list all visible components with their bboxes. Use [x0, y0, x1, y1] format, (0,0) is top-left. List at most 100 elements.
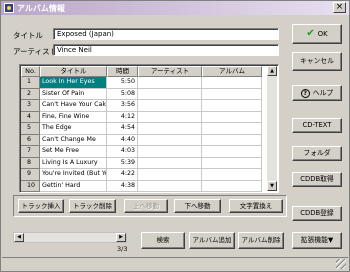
- table-row[interactable]: 4 Fine, Fine Wine 4:12: [21, 111, 262, 123]
- row-number-cell[interactable]: 8: [21, 157, 40, 169]
- track-title-cell[interactable]: Look In Her Eyes: [40, 77, 107, 89]
- row-number-cell[interactable]: 5: [21, 123, 40, 135]
- cancel-button[interactable]: キャンセル: [292, 52, 342, 71]
- track-time-cell[interactable]: 4:38: [107, 180, 138, 192]
- row-number-cell[interactable]: 4: [21, 111, 40, 123]
- track-album-cell[interactable]: [202, 180, 262, 192]
- track-album-cell[interactable]: [202, 88, 262, 100]
- track-album-cell[interactable]: [202, 157, 262, 169]
- move-down-button[interactable]: 下へ移動: [174, 199, 221, 213]
- track-title-cell[interactable]: Set Me Free: [40, 146, 107, 158]
- track-artist-cell[interactable]: [138, 88, 202, 100]
- row-number-cell[interactable]: 7: [21, 146, 40, 158]
- track-album-cell[interactable]: [202, 146, 262, 158]
- track-artist-cell[interactable]: [138, 134, 202, 146]
- ok-label: OK: [317, 30, 328, 38]
- artist-input[interactable]: Vince Neil: [53, 44, 279, 56]
- table-row[interactable]: 2 Sister Of Pain 5:08: [21, 88, 262, 100]
- horizontal-scrollbar[interactable]: ◀ ▶: [13, 232, 127, 243]
- arrow-left-icon[interactable]: ◀: [14, 233, 24, 242]
- track-title-cell[interactable]: Sister Of Pain: [40, 88, 107, 100]
- replace-text-button[interactable]: 文字置換え: [229, 199, 283, 213]
- arrow-right-icon[interactable]: ▶: [116, 233, 126, 242]
- track-time-cell[interactable]: 4:22: [107, 169, 138, 181]
- track-artist-cell[interactable]: [138, 146, 202, 158]
- arrow-down-icon[interactable]: ▼: [267, 181, 277, 191]
- row-number-cell[interactable]: 1: [21, 77, 40, 89]
- search-button[interactable]: 検索: [141, 232, 185, 249]
- track-time-cell[interactable]: 4:40: [107, 134, 138, 146]
- insert-track-button[interactable]: トラック挿入: [18, 199, 64, 213]
- track-title-cell[interactable]: You're Invited (But Yo: [40, 169, 107, 181]
- table-row[interactable]: 3 Can't Have Your Cake 3:56: [21, 100, 262, 112]
- title-input[interactable]: Exposed (Japan): [53, 28, 279, 40]
- table-row[interactable]: 9 You're Invited (But Yo 4:22: [21, 169, 262, 181]
- track-artist-cell[interactable]: [138, 169, 202, 181]
- track-title-cell[interactable]: Can't Have Your Cake: [40, 100, 107, 112]
- track-album-cell[interactable]: [202, 134, 262, 146]
- track-title-cell[interactable]: Can't Change Me: [40, 134, 107, 146]
- track-title-cell[interactable]: Fine, Fine Wine: [40, 111, 107, 123]
- track-title-cell[interactable]: The Edge: [40, 123, 107, 135]
- table-row[interactable]: 10 Gettin' Hard 4:38: [21, 180, 262, 192]
- track-artist-cell[interactable]: [138, 111, 202, 123]
- cd-text-button[interactable]: CD-TEXT: [292, 118, 342, 133]
- column-header-time[interactable]: 時間: [107, 66, 138, 77]
- track-album-cell[interactable]: [202, 123, 262, 135]
- close-button[interactable]: ×: [333, 2, 346, 13]
- track-table[interactable]: No. タイトル 時間 アーティスト アルバム 1 Look In Her Eye…: [19, 64, 279, 193]
- track-time-cell[interactable]: 5:08: [107, 88, 138, 100]
- table-body: 1 Look In Her Eyes 5:50 2 Sister Of Pain 5:08…: [21, 77, 262, 192]
- help-button[interactable]: ? ヘルプ: [292, 85, 342, 101]
- column-header-album[interactable]: アルバム: [202, 66, 262, 77]
- track-artist-cell[interactable]: [138, 157, 202, 169]
- track-time-cell[interactable]: 4:12: [107, 111, 138, 123]
- track-artist-cell[interactable]: [138, 77, 202, 89]
- add-album-button[interactable]: アルバム追加: [189, 232, 235, 249]
- track-artist-cell[interactable]: [138, 123, 202, 135]
- track-album-cell[interactable]: [202, 100, 262, 112]
- track-album-cell[interactable]: [202, 111, 262, 123]
- track-artist-cell[interactable]: [138, 100, 202, 112]
- table-row[interactable]: 5 The Edge 4:54: [21, 123, 262, 135]
- artist-label: アーティスト: [13, 47, 58, 56]
- track-time-cell[interactable]: 5:39: [107, 157, 138, 169]
- folder-button[interactable]: フォルダ: [292, 146, 342, 161]
- table-header: No. タイトル 時間 アーティスト アルバム: [21, 66, 262, 77]
- cddb-get-button[interactable]: CDDB取得: [292, 172, 342, 187]
- table-row[interactable]: 8 Living Is A Luxury 5:39: [21, 157, 262, 169]
- row-number-cell[interactable]: 6: [21, 134, 40, 146]
- track-title-cell[interactable]: Living Is A Luxury: [40, 157, 107, 169]
- row-number-cell[interactable]: 2: [21, 88, 40, 100]
- track-time-cell[interactable]: 3:56: [107, 100, 138, 112]
- title-bar[interactable]: アルバム情報 ×: [1, 1, 349, 15]
- row-number-cell[interactable]: 3: [21, 100, 40, 112]
- track-time-cell[interactable]: 5:50: [107, 77, 138, 89]
- track-album-cell[interactable]: [202, 169, 262, 181]
- table-row[interactable]: 1 Look In Her Eyes 5:50: [21, 77, 262, 89]
- delete-track-button[interactable]: トラック削除: [69, 199, 116, 213]
- page-indicator: 3/3: [117, 245, 128, 253]
- table-row[interactable]: 7 Set Me Free 4:03: [21, 146, 262, 158]
- extensions-button[interactable]: 拡張機能▼: [292, 232, 342, 249]
- track-button-bar: トラック挿入 トラック削除 上へ移動 下へ移動 文字置換え: [13, 195, 287, 217]
- column-header-artist[interactable]: アーティスト: [138, 66, 202, 77]
- vertical-scrollbar[interactable]: ▲ ▼: [267, 66, 277, 191]
- row-number-cell[interactable]: 9: [21, 169, 40, 181]
- row-number-cell[interactable]: 10: [21, 180, 40, 192]
- track-album-cell[interactable]: [202, 77, 262, 89]
- track-title-cell[interactable]: Gettin' Hard: [40, 180, 107, 192]
- remove-album-button[interactable]: アルバム削除: [238, 232, 284, 249]
- check-icon: ✔: [306, 28, 315, 39]
- arrow-up-icon[interactable]: ▲: [267, 66, 277, 76]
- cddb-register-button[interactable]: CDDB登録: [292, 206, 342, 221]
- move-up-button[interactable]: 上へ移動: [124, 199, 168, 213]
- track-artist-cell[interactable]: [138, 180, 202, 192]
- track-time-cell[interactable]: 4:54: [107, 123, 138, 135]
- table-row[interactable]: 6 Can't Change Me 4:40: [21, 134, 262, 146]
- track-time-cell[interactable]: 4:03: [107, 146, 138, 158]
- column-header-title[interactable]: タイトル: [40, 66, 107, 77]
- resize-grip[interactable]: [336, 259, 346, 269]
- ok-button[interactable]: ✔ OK: [292, 24, 342, 44]
- column-header-no[interactable]: No.: [21, 66, 40, 77]
